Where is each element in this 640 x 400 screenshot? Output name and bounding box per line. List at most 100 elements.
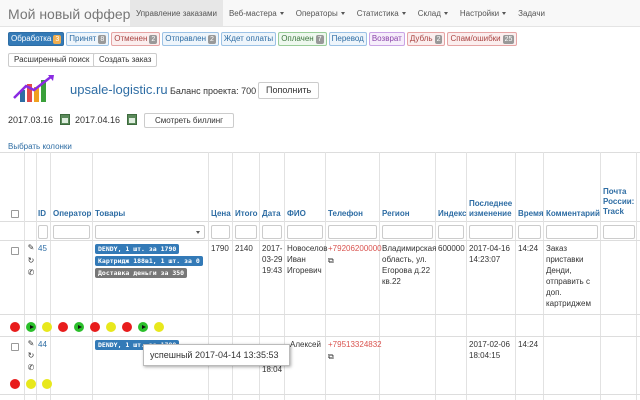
filter-fio-input[interactable] (287, 225, 323, 239)
filter-time-input[interactable] (518, 225, 541, 239)
col-operator[interactable]: Оператор (53, 209, 91, 219)
order-id[interactable]: 45 (38, 243, 47, 254)
call-status-dots (10, 322, 164, 332)
brand-title[interactable]: Мой новый оффер (0, 0, 130, 26)
col-time[interactable]: Время (518, 209, 544, 219)
nav-item-4[interactable]: Склад (412, 0, 454, 26)
status-label: Ждет оплаты (223, 34, 274, 43)
filter-last-change-input[interactable] (469, 225, 513, 239)
phone-value[interactable]: +79206200000 (328, 243, 382, 254)
calendar-icon[interactable] (127, 114, 137, 125)
filter-comment-input[interactable] (546, 225, 598, 239)
filter-price-input[interactable] (211, 225, 230, 239)
call-fail-dot[interactable] (10, 379, 20, 389)
advanced-search-button[interactable]: Расширенный поиск (8, 53, 96, 67)
create-order-button[interactable]: Создать заказ (93, 53, 158, 67)
status-filter-4[interactable]: Ждет оплаты (220, 32, 277, 46)
col-phone[interactable]: Телефон (328, 209, 363, 219)
status-label: Спам/ошибки (450, 34, 501, 43)
status-label: Возврат (371, 34, 402, 43)
row-checkbox[interactable] (11, 247, 19, 255)
col-comment[interactable]: Комментарий (546, 209, 600, 219)
chevron-down-icon (401, 12, 406, 16)
nav-item-0[interactable]: Управление заказами (130, 0, 223, 26)
call-status-dots (10, 379, 52, 389)
status-filter-1[interactable]: Принят 8 (66, 32, 110, 46)
view-billing-button[interactable]: Смотреть биллинг (144, 113, 235, 128)
filter-post-input[interactable] (603, 225, 635, 239)
calendar-icon[interactable] (60, 114, 70, 125)
status-label: Отправлен (165, 34, 207, 43)
col-id[interactable]: ID (38, 209, 46, 219)
nav-item-label: Операторы (295, 9, 338, 18)
nav-item-label: Управление заказами (136, 9, 217, 18)
filter-total-input[interactable] (235, 225, 257, 239)
status-filter-5[interactable]: Оплачен 7 (278, 32, 327, 46)
call-noanswer-dot[interactable] (26, 379, 36, 389)
col-total[interactable]: Итого (235, 209, 258, 219)
status-filter-8[interactable]: Дубль 2 (406, 32, 446, 46)
status-filter-3[interactable]: Отправлен 2 (162, 32, 219, 46)
status-filter-2[interactable]: Отменен 2 (111, 32, 161, 46)
nav-item-1[interactable]: Веб-мастера (223, 0, 290, 26)
phone-value[interactable]: +79513324832 (328, 339, 382, 350)
price-value: 1790 (211, 244, 229, 253)
call-record-play-icon[interactable] (26, 322, 36, 332)
project-domain[interactable]: upsale-logistic.ru (70, 82, 168, 97)
call-noanswer-dot[interactable] (42, 379, 52, 389)
filter-id-input[interactable] (38, 225, 48, 239)
call-record-play-icon[interactable] (74, 322, 84, 332)
date-to-input[interactable]: 2017.04.16 (75, 113, 120, 128)
order-id[interactable]: 44 (38, 339, 47, 350)
call-fail-dot[interactable] (10, 322, 20, 332)
status-count-badge: 25 (502, 34, 515, 44)
col-region[interactable]: Регион (382, 209, 410, 219)
date-from-input[interactable]: 2017.03.16 (8, 113, 53, 128)
status-filter-7[interactable]: Возврат (368, 32, 405, 46)
nav-item-6[interactable]: Задачи (512, 0, 551, 26)
chevron-down-icon (279, 12, 284, 16)
phone-icon[interactable]: ✆ (26, 268, 36, 277)
col-fio[interactable]: ФИО (287, 209, 306, 219)
call-noanswer-dot[interactable] (154, 322, 164, 332)
status-filter-bar: Обработка 3 Принят 8 Отменен 2 Отправлен 2 Ждет … (8, 32, 518, 46)
edit-icon[interactable]: ✎ (26, 339, 36, 348)
index-value: 600000 (438, 244, 465, 253)
select-all-checkbox[interactable] (11, 210, 19, 218)
edit-icon[interactable]: ✎ (26, 243, 36, 252)
choose-columns-link[interactable]: Выбрать колонки (8, 142, 72, 151)
status-filter-6[interactable]: Перевод (328, 32, 367, 46)
history-icon[interactable]: ↻ (26, 351, 36, 360)
filter-products-select[interactable] (95, 225, 205, 239)
call-fail-dot[interactable] (90, 322, 100, 332)
history-icon[interactable]: ↻ (26, 256, 36, 265)
status-filter-9[interactable]: Спам/ошибки 25 (447, 32, 518, 46)
nav-item-5[interactable]: Настройки (454, 0, 512, 26)
filter-date-input[interactable] (262, 225, 282, 239)
nav-item-3[interactable]: Статистика (351, 0, 412, 26)
col-index[interactable]: Индекс (438, 209, 466, 219)
topup-button[interactable]: Пополнить (258, 82, 320, 99)
status-filter-0[interactable]: Обработка 3 (8, 32, 65, 46)
filter-phone-input[interactable] (328, 225, 377, 239)
call-noanswer-dot[interactable] (42, 322, 52, 332)
col-post-track[interactable]: Почта России: Track (603, 187, 637, 217)
call-noanswer-dot[interactable] (106, 322, 116, 332)
call-fail-dot[interactable] (58, 322, 68, 332)
top-navbar: Мой новый оффер Управление заказами Веб-м… (0, 0, 640, 27)
call-fail-dot[interactable] (122, 322, 132, 332)
col-last-change[interactable]: Последнее изменение (469, 199, 513, 219)
phone-icon[interactable]: ✆ (26, 363, 36, 372)
nav-item-label: Настройки (459, 9, 500, 18)
row-checkbox[interactable] (11, 343, 19, 351)
nav-item-2[interactable]: Операторы (290, 0, 351, 26)
col-date[interactable]: Дата (262, 209, 281, 219)
col-products[interactable]: Товары (95, 209, 125, 219)
call-record-play-icon[interactable] (138, 322, 148, 332)
col-price[interactable]: Цена (211, 209, 231, 219)
filter-operator-input[interactable] (53, 225, 90, 239)
copy-icon[interactable]: ⧉ (328, 255, 334, 266)
filter-index-input[interactable] (438, 225, 464, 239)
filter-region-input[interactable] (382, 225, 433, 239)
copy-icon[interactable]: ⧉ (328, 351, 334, 362)
